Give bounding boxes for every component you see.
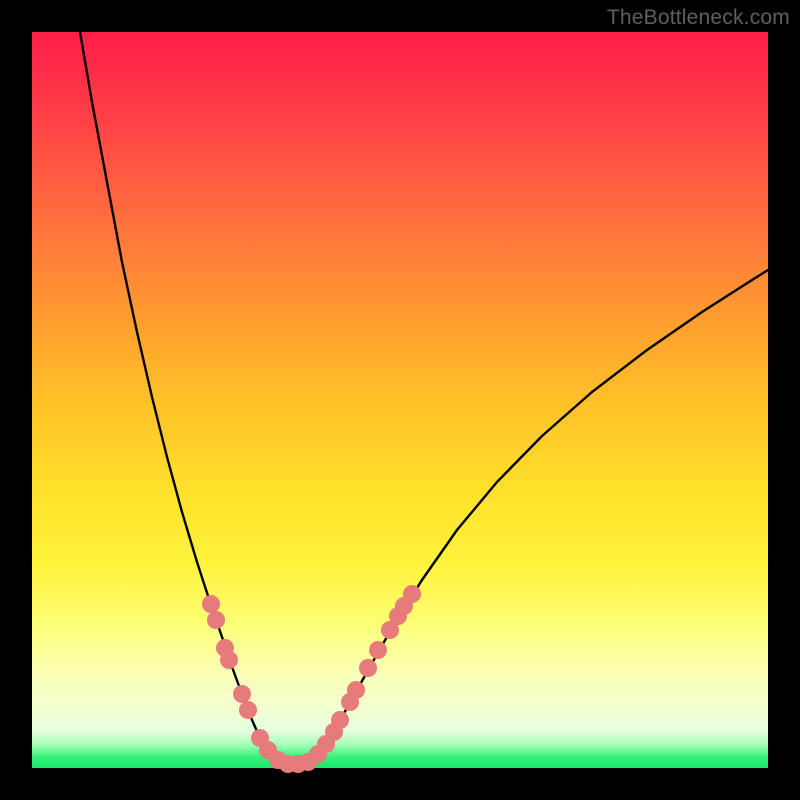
marker-dot	[359, 659, 377, 677]
marker-dot	[202, 595, 220, 613]
marker-dot	[403, 585, 421, 603]
marker-dot	[207, 611, 225, 629]
marker-dot	[239, 701, 257, 719]
marker-dot	[347, 681, 365, 699]
marker-dot	[369, 641, 387, 659]
plot-area	[32, 32, 768, 768]
highlight-markers	[202, 585, 421, 773]
chart-frame: TheBottleneck.com	[0, 0, 800, 800]
chart-svg	[32, 32, 768, 768]
bottleneck-curve	[80, 32, 768, 765]
marker-dot	[233, 685, 251, 703]
watermark-text: TheBottleneck.com	[607, 6, 790, 30]
marker-dot	[331, 711, 349, 729]
curve-path	[80, 32, 768, 765]
marker-dot	[220, 651, 238, 669]
